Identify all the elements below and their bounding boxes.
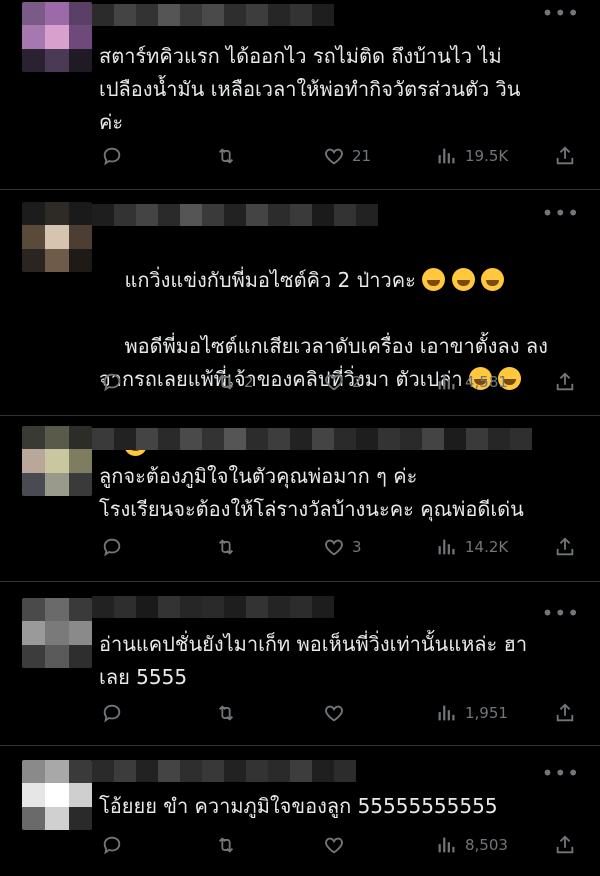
emoji-icon bbox=[480, 268, 504, 291]
post-text: โอ้ยยย ขำ ความภูมิใจของลูก 55555555555 bbox=[99, 794, 498, 818]
emoji-icon bbox=[422, 268, 446, 291]
like-icon bbox=[325, 837, 343, 854]
avatar[interactable] bbox=[22, 426, 92, 496]
views-button[interactable]: 4,581 bbox=[436, 371, 508, 393]
views-button[interactable]: 19.5K bbox=[436, 145, 508, 167]
like-icon bbox=[325, 539, 343, 556]
post-text: อ่านแคปชั่นยังไมาเก็ท พอเห็นพี่วิ่งเท่าน… bbox=[99, 632, 528, 689]
more-icon[interactable]: ••• bbox=[542, 3, 580, 23]
share-button[interactable] bbox=[554, 145, 576, 167]
views-button[interactable]: 8,503 bbox=[436, 834, 508, 856]
reply-icon bbox=[103, 538, 121, 557]
views-icon bbox=[438, 837, 455, 853]
views-icon bbox=[438, 374, 455, 390]
views-icon bbox=[438, 539, 455, 555]
reply-icon bbox=[103, 836, 121, 855]
like-button[interactable] bbox=[323, 702, 352, 724]
repost-button[interactable] bbox=[215, 834, 244, 856]
avatar[interactable] bbox=[22, 760, 92, 830]
reply-button[interactable] bbox=[101, 536, 130, 558]
share-button[interactable] bbox=[554, 702, 576, 724]
post-text: ลูกจะต้องภูมิใจในตัวคุณพ่อมาก ๆ ค่ะ โรงเ… bbox=[99, 464, 524, 521]
post-5[interactable]: ••• โอ้ยยย ขำ ความภูมิใจของลูก 555555555… bbox=[0, 746, 600, 876]
repost-icon bbox=[218, 539, 234, 555]
author-header-pixelated bbox=[92, 4, 334, 26]
like-button[interactable]: 21 bbox=[323, 145, 371, 167]
views-button[interactable]: 1,951 bbox=[436, 702, 508, 724]
author-header-pixelated bbox=[92, 760, 356, 782]
repost-button[interactable]: 2 bbox=[215, 371, 254, 393]
more-icon[interactable]: ••• bbox=[542, 603, 580, 623]
emoji-icon bbox=[451, 268, 475, 291]
repost-button[interactable] bbox=[215, 702, 244, 724]
share-button[interactable] bbox=[554, 536, 576, 558]
post-4[interactable]: ••• อ่านแคปชั่นยังไมาเก็ท พอเห็นพี่วิ่งเ… bbox=[0, 582, 600, 746]
like-button[interactable] bbox=[323, 834, 352, 856]
reply-button[interactable] bbox=[101, 834, 130, 856]
share-button[interactable] bbox=[554, 371, 576, 393]
post-3[interactable]: ลูกจะต้องภูมิใจในตัวคุณพ่อมาก ๆ ค่ะ โรงเ… bbox=[0, 416, 600, 582]
views-button[interactable]: 14.2K bbox=[436, 536, 508, 558]
more-icon[interactable]: ••• bbox=[542, 763, 580, 783]
author-header-pixelated bbox=[92, 204, 378, 226]
repost-icon bbox=[218, 837, 234, 853]
post-2[interactable]: ••• แกวิ่งแข่งกับพี่มอไซต์คิว 2 ป่าวคะ พ… bbox=[0, 190, 600, 456]
reply-button[interactable] bbox=[101, 702, 130, 724]
views-icon bbox=[438, 148, 455, 164]
views-icon bbox=[438, 705, 455, 721]
post-text: สตาร์ทคิวแรก ได้ออกไว รถไม่ติด ถึงบ้านไว… bbox=[99, 44, 521, 134]
repost-button[interactable] bbox=[215, 145, 244, 167]
repost-icon bbox=[218, 374, 234, 390]
like-button[interactable]: 2 bbox=[323, 371, 362, 393]
share-button[interactable] bbox=[554, 834, 576, 856]
author-header-pixelated bbox=[92, 596, 334, 618]
reply-icon bbox=[103, 704, 121, 723]
reply-icon bbox=[103, 147, 121, 166]
share-icon bbox=[556, 372, 574, 391]
reply-button[interactable] bbox=[101, 371, 130, 393]
repost-icon bbox=[218, 148, 234, 164]
avatar[interactable] bbox=[22, 598, 92, 668]
avatar[interactable] bbox=[22, 202, 92, 272]
repost-icon bbox=[218, 705, 234, 721]
post-text-line1: แกวิ่งแข่งกับพี่มอไซต์คิว 2 ป่าวคะ bbox=[124, 268, 423, 292]
like-icon bbox=[325, 374, 343, 391]
post-1[interactable]: ••• สตาร์ทคิวแรก ได้ออกไว รถไม่ติด ถึงบ้… bbox=[0, 0, 600, 190]
share-icon bbox=[556, 537, 574, 556]
share-icon bbox=[556, 835, 574, 854]
more-icon[interactable]: ••• bbox=[542, 203, 580, 223]
repost-button[interactable] bbox=[215, 536, 244, 558]
share-icon bbox=[556, 703, 574, 722]
like-button[interactable]: 3 bbox=[323, 536, 362, 558]
reply-icon bbox=[103, 373, 121, 392]
avatar[interactable] bbox=[22, 2, 92, 72]
share-icon bbox=[556, 146, 574, 165]
like-icon bbox=[325, 705, 343, 722]
like-icon bbox=[325, 148, 343, 165]
reply-button[interactable] bbox=[101, 145, 130, 167]
author-header-pixelated bbox=[92, 428, 532, 450]
